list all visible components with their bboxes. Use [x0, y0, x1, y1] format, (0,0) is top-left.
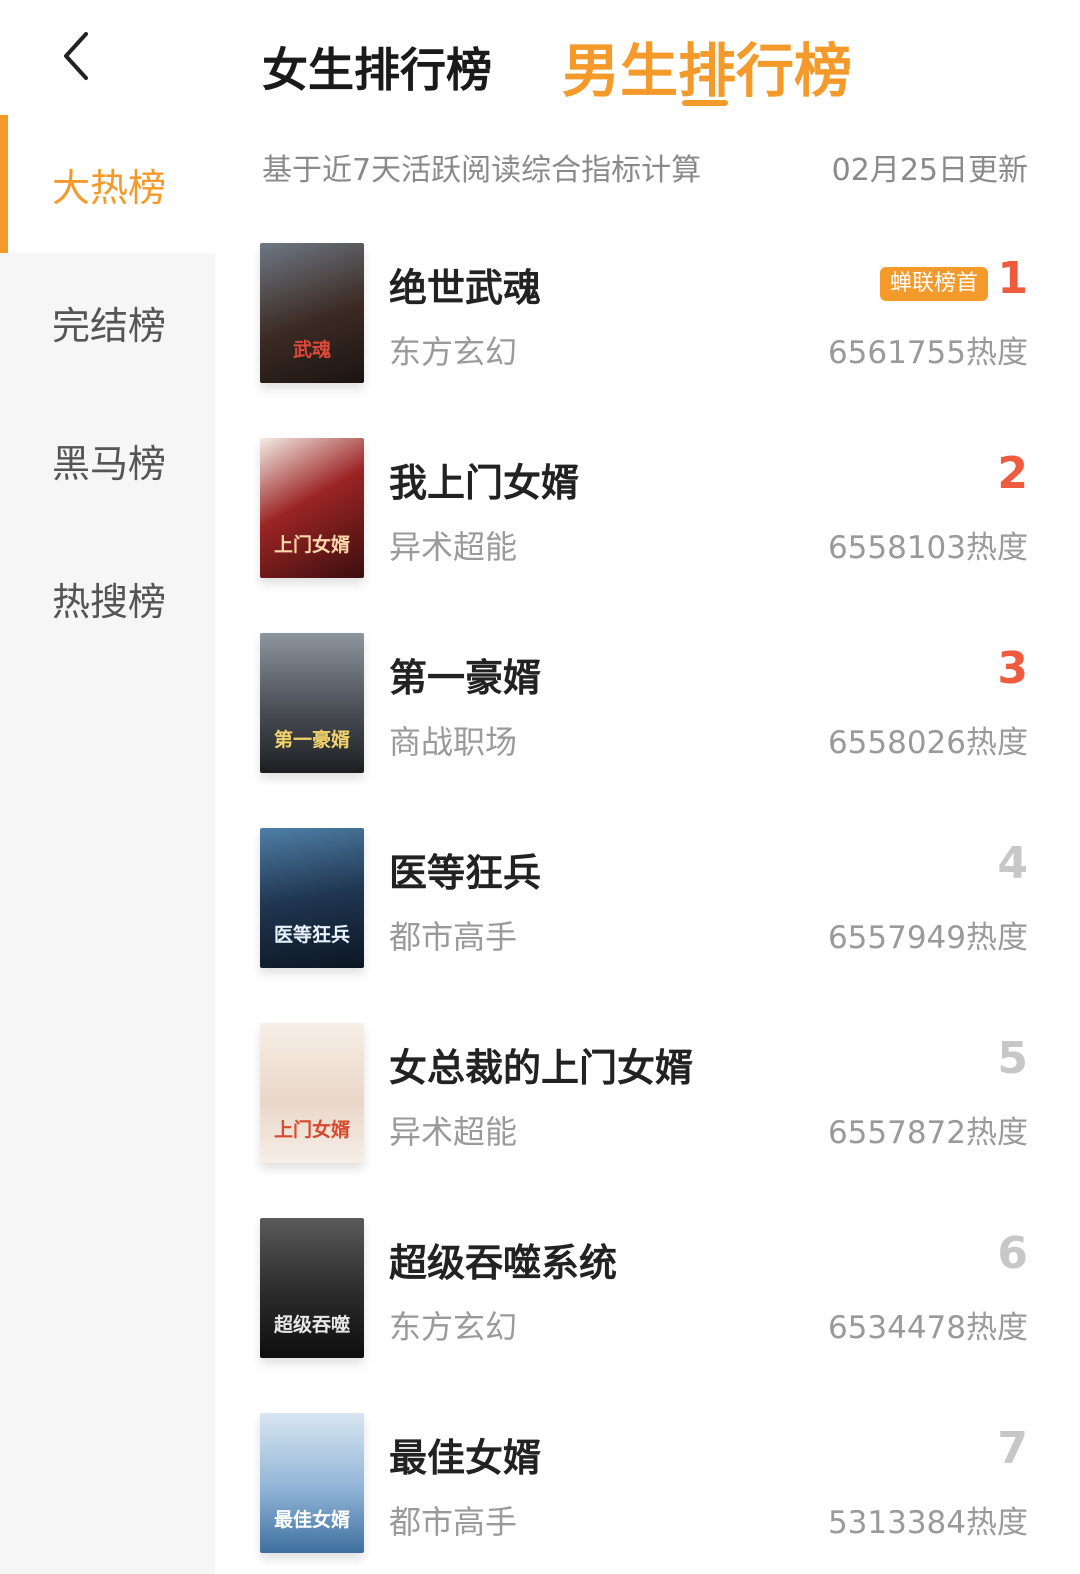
book-genre: 商战职场	[389, 723, 518, 761]
sidebar-active-indicator	[0, 115, 8, 253]
book-cover: 超级吞噬	[260, 1218, 364, 1358]
cover-title-text: 武魂	[292, 339, 331, 362]
rank-number: 2	[997, 448, 1028, 499]
sidebar-item-label: 完结榜	[52, 303, 167, 348]
book-cover: 第一豪婿	[260, 633, 364, 773]
tab-male-ranking[interactable]: 男生排行榜	[562, 24, 852, 108]
heat-score: 6557872热度	[827, 1115, 1028, 1151]
book-cover: 医等狂兵	[260, 828, 364, 968]
active-tab-indicator	[682, 100, 728, 106]
cover-title-text: 上门女婿	[273, 1119, 350, 1142]
heat-score: 6558103热度	[827, 530, 1028, 566]
chevron-left-icon	[64, 32, 88, 80]
book-genre: 东方玄幻	[389, 333, 518, 371]
cover-title-text: 医等狂兵	[273, 924, 350, 947]
book-cover: 武魂	[260, 243, 364, 383]
cover-title-text: 最佳女婿	[273, 1509, 350, 1532]
heat-score: 6561755热度	[827, 335, 1028, 371]
sidebar-item-hot-search[interactable]: 热搜榜	[0, 529, 215, 667]
book-title: 医等狂兵	[389, 851, 542, 895]
heat-score: 5313384热度	[827, 1505, 1028, 1541]
book-genre: 都市高手	[389, 918, 518, 956]
sidebar-item-completed[interactable]: 完结榜	[0, 253, 215, 391]
book-item-3[interactable]: 第一豪婿 第一豪婿 商战职场 3 6558026热度	[215, 633, 1080, 828]
heat-score: 6534478热度	[827, 1310, 1028, 1346]
ranking-description: 基于近7天活跃阅读综合指标计算	[262, 153, 702, 188]
heat-score: 6557949热度	[827, 920, 1028, 956]
book-title: 最佳女婿	[389, 1436, 542, 1480]
category-sidebar: 大热榜 完结榜 黑马榜 热搜榜	[0, 115, 215, 1574]
book-title: 我上门女婿	[389, 461, 580, 505]
book-title: 绝世武魂	[389, 266, 542, 310]
cover-title-text: 第一豪婿	[273, 729, 350, 752]
rank-number: 1	[997, 253, 1028, 304]
book-cover: 上门女婿	[260, 438, 364, 578]
rank-number: 4	[997, 838, 1028, 889]
rank-number: 7	[997, 1423, 1028, 1474]
sidebar-item-label: 大热榜	[52, 165, 167, 210]
cover-title-text: 超级吞噬	[273, 1314, 350, 1337]
book-title: 女总裁的上门女婿	[389, 1046, 694, 1090]
sidebar-item-dark-horse[interactable]: 黑马榜	[0, 391, 215, 529]
book-item-5[interactable]: 上门女婿 女总裁的上门女婿 异术超能 5 6557872热度	[215, 1023, 1080, 1218]
rank-number: 5	[997, 1033, 1028, 1084]
sidebar-item-hot[interactable]: 大热榜	[0, 115, 215, 253]
book-cover: 上门女婿	[260, 1023, 364, 1163]
heat-score: 6558026热度	[827, 725, 1028, 761]
book-genre: 异术超能	[389, 1113, 518, 1151]
ranking-list: 基于近7天活跃阅读综合指标计算 02月25日更新 武魂 绝世武魂 东方玄幻 蝉联…	[215, 115, 1080, 1574]
book-genre: 东方玄幻	[389, 1308, 518, 1346]
tab-female-ranking[interactable]: 女生排行榜	[262, 34, 492, 100]
rank-number: 6	[997, 1228, 1028, 1279]
list-info-row: 基于近7天活跃阅读综合指标计算 02月25日更新	[215, 115, 1080, 215]
update-date: 02月25日更新	[831, 153, 1028, 188]
status-badge: 蝉联榜首	[879, 267, 988, 301]
book-genre: 异术超能	[389, 528, 518, 566]
book-title: 第一豪婿	[389, 656, 542, 700]
sidebar-item-label: 热搜榜	[52, 579, 167, 624]
book-title: 超级吞噬系统	[389, 1241, 618, 1285]
cover-title-text: 上门女婿	[273, 534, 350, 557]
rank-number: 3	[997, 643, 1028, 694]
book-item-2[interactable]: 上门女婿 我上门女婿 异术超能 2 6558103热度	[215, 438, 1080, 633]
book-genre: 都市高手	[389, 1503, 518, 1541]
book-item-7[interactable]: 最佳女婿 最佳女婿 都市高手 7 5313384热度	[215, 1413, 1080, 1574]
book-cover: 最佳女婿	[260, 1413, 364, 1553]
book-item-1[interactable]: 武魂 绝世武魂 东方玄幻 蝉联榜首 1 6561755热度	[215, 243, 1080, 438]
ranking-page: 女生排行榜 男生排行榜 大热榜 完结榜 黑马榜 热搜榜 基于近7天活跃阅读综合指…	[0, 0, 1080, 1574]
back-button[interactable]	[50, 26, 100, 86]
book-item-6[interactable]: 超级吞噬 超级吞噬系统 东方玄幻 6 6534478热度	[215, 1218, 1080, 1413]
book-item-4[interactable]: 医等狂兵 医等狂兵 都市高手 4 6557949热度	[215, 828, 1080, 1023]
sidebar-item-label: 黑马榜	[52, 441, 167, 486]
header-bar: 女生排行榜 男生排行榜	[0, 0, 1080, 115]
